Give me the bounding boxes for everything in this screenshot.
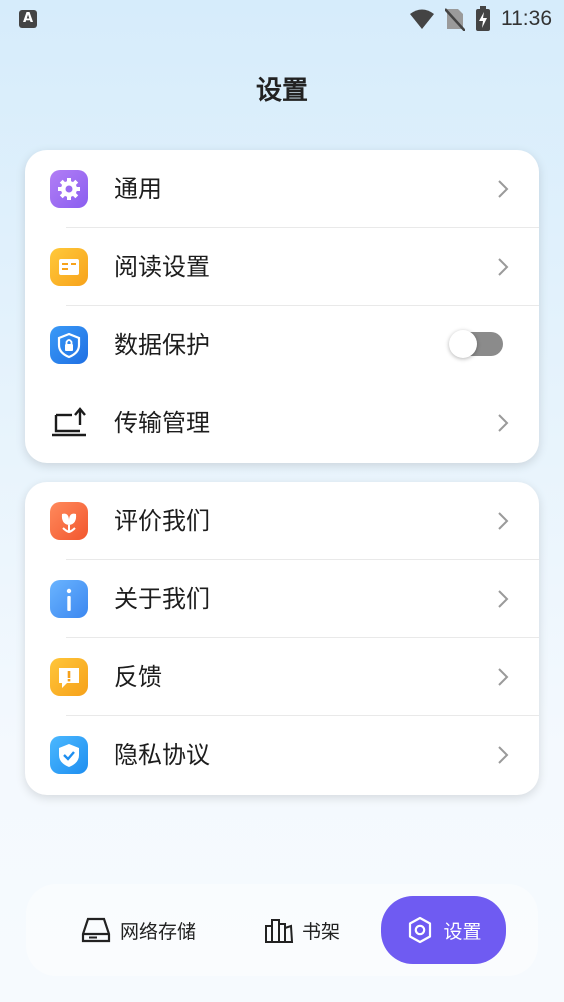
status-bar: A 11:36 <box>0 0 564 38</box>
data-protection-toggle[interactable] <box>449 330 503 358</box>
info-icon <box>50 580 88 618</box>
privacy-policy-row[interactable]: 隐私协议 <box>25 716 539 794</box>
feedback-row[interactable]: 反馈 <box>25 638 539 716</box>
bottom-navigation: 网络存储 书架 设置 <box>26 884 538 976</box>
rate-us-label: 评价我们 <box>114 507 210 535</box>
chevron-right-icon <box>498 414 509 432</box>
nav-network-storage[interactable]: 网络存储 <box>80 896 196 964</box>
chevron-right-icon <box>498 746 509 764</box>
nav-bookshelf-label: 书架 <box>302 920 341 943</box>
general-row[interactable]: 通用 <box>25 150 539 228</box>
toggle-knob <box>449 330 477 358</box>
data-protection-label: 数据保护 <box>114 331 210 359</box>
chevron-right-icon <box>498 258 509 276</box>
data-protection-row: 数据保护 <box>25 306 539 384</box>
flower-icon <box>50 502 88 540</box>
general-label: 通用 <box>114 175 162 203</box>
page-title: 设置 <box>255 76 308 106</box>
book-icon <box>50 248 88 286</box>
transfer-management-row[interactable]: 传输管理 <box>25 384 539 462</box>
storage-icon <box>81 917 111 943</box>
shield-lock-icon <box>50 326 88 364</box>
bookshelf-icon <box>265 919 294 943</box>
chevron-right-icon <box>498 180 509 198</box>
nav-settings[interactable]: 设置 <box>381 896 506 964</box>
settings-group-general: 通用 阅读设置 数据保护 传输管理 <box>25 150 539 463</box>
nav-network-storage-label: 网络存储 <box>120 920 197 943</box>
feedback-icon <box>50 658 88 696</box>
rate-us-row[interactable]: 评价我们 <box>25 482 539 560</box>
feedback-label: 反馈 <box>114 663 162 691</box>
clock: 11:36 <box>501 7 552 30</box>
settings-icon <box>409 916 432 944</box>
gear-icon <box>50 170 88 208</box>
about-us-label: 关于我们 <box>114 585 210 613</box>
privacy-shield-icon <box>50 736 88 774</box>
about-us-row[interactable]: 关于我们 <box>25 560 539 638</box>
chevron-right-icon <box>498 590 509 608</box>
nav-settings-label: 设置 <box>443 920 482 943</box>
nav-bookshelf[interactable]: 书架 <box>264 896 340 964</box>
upload-laptop-icon <box>50 404 88 442</box>
transfer-management-label: 传输管理 <box>114 409 210 437</box>
chevron-right-icon <box>498 668 509 686</box>
chevron-right-icon <box>498 512 509 530</box>
app-indicator-icon: A <box>19 10 37 28</box>
battery-charging-icon <box>476 6 490 31</box>
privacy-policy-label: 隐私协议 <box>114 741 210 769</box>
wifi-icon <box>410 9 434 29</box>
reading-settings-label: 阅读设置 <box>114 253 210 281</box>
no-sim-icon <box>445 8 465 31</box>
reading-settings-row[interactable]: 阅读设置 <box>25 228 539 306</box>
settings-group-about: 评价我们 关于我们 反馈 隐私协议 <box>25 482 539 795</box>
